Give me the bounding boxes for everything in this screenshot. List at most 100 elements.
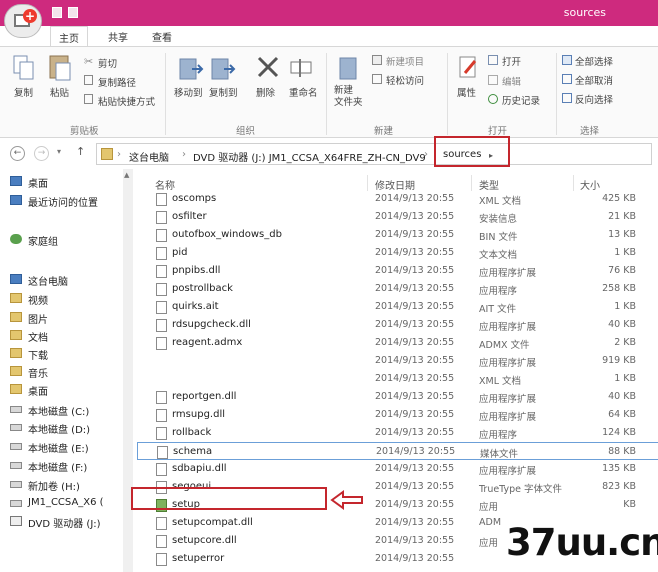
edit-button[interactable]: 编辑: [502, 74, 521, 88]
file-name: pid: [172, 247, 188, 258]
file-type: BIN 文件: [479, 232, 518, 243]
file-icon: [156, 427, 167, 440]
address-box[interactable]: › 这台电脑 › DVD 驱动器 (J:) JM1_CCSA_X64FRE_ZH…: [96, 143, 652, 165]
cut-icon[interactable]: ✂: [84, 55, 93, 68]
select-all-button[interactable]: 全部选择: [575, 54, 613, 68]
invert-selection-button[interactable]: 反向选择: [575, 92, 613, 106]
file-row[interactable]: reportgen.dll 2014/9/13 20:55 应用程序扩展 40 KB: [137, 388, 658, 406]
file-icon: [156, 553, 167, 566]
move-to-button[interactable]: 移动到: [174, 85, 203, 99]
nav-item[interactable]: 本地磁盘 (D:): [28, 421, 90, 436]
file-name: sdbapiu.dll: [172, 463, 227, 474]
new-item-button[interactable]: 新建项目: [386, 54, 424, 68]
nav-item[interactable]: DVD 驱动器 (J:): [28, 515, 101, 530]
properties-icon[interactable]: [458, 55, 480, 81]
paste-icon[interactable]: [48, 53, 72, 81]
paste-button[interactable]: 粘贴: [50, 85, 69, 99]
select-none-button[interactable]: 全部取消: [575, 73, 613, 87]
recent-locations-chevron-icon[interactable]: ▾: [57, 147, 61, 156]
file-date: 2014/9/13 20:55: [375, 193, 455, 204]
file-row[interactable]: rdsupgcheck.dll 2014/9/13 20:55 应用程序扩展 40 K…: [137, 316, 658, 334]
file-row[interactable]: reagent.admx 2014/9/13 20:55 ADMX 文件 2 KB: [137, 334, 658, 352]
copy-button[interactable]: 复制: [14, 85, 33, 99]
file-icon: [156, 211, 167, 224]
paste-shortcut-button[interactable]: 粘贴快捷方式: [98, 94, 155, 108]
edit-icon[interactable]: [488, 75, 498, 85]
file-row[interactable]: schema 2014/9/13 20:55 媒体文件 88 KB: [137, 442, 658, 460]
file-row[interactable]: quirks.ait 2014/9/13 20:55 AIT 文件 1 KB: [137, 298, 658, 316]
nav-item[interactable]: 桌面: [28, 175, 48, 190]
nav-item[interactable]: 桌面: [28, 383, 48, 398]
tab-share[interactable]: 共享: [108, 29, 128, 44]
copy-path-button[interactable]: 复制路径: [98, 75, 136, 89]
cut-button[interactable]: 剪切: [98, 56, 117, 70]
select-all-icon[interactable]: [562, 55, 572, 65]
nav-item[interactable]: JM1_CCSA_X6 (: [28, 497, 104, 508]
copy-to-button[interactable]: 复制到: [209, 85, 238, 99]
file-name: reportgen.dll: [172, 391, 237, 402]
file-row[interactable]: rmsupg.dll 2014/9/13 20:55 应用程序扩展 64 KB: [137, 406, 658, 424]
file-icon: [156, 337, 167, 350]
file-row[interactable]: oscomps 2014/9/13 20:55 XML 文档 425 KB: [137, 190, 658, 208]
nav-item[interactable]: 下载: [28, 347, 48, 362]
file-date: 2014/9/13 20:55: [376, 446, 456, 457]
nav-item[interactable]: 家庭组: [28, 233, 58, 248]
tab-home[interactable]: 主页: [50, 26, 88, 47]
file-row[interactable]: postrollback 2014/9/13 20:55 应用程序 258 KB: [137, 280, 658, 298]
select-none-icon[interactable]: [562, 74, 572, 84]
nav-item[interactable]: 本地磁盘 (F:): [28, 459, 87, 474]
invert-selection-icon[interactable]: [562, 93, 572, 103]
delete-icon[interactable]: [256, 55, 280, 79]
copy-path-icon[interactable]: [84, 75, 93, 85]
easy-access-icon[interactable]: [372, 74, 382, 84]
file-size: 2 KB: [614, 337, 636, 348]
file-row[interactable]: sdbapiu.dll 2014/9/13 20:55 应用程序扩展 135 KB: [137, 460, 658, 478]
breadcrumb-this-pc[interactable]: 这台电脑: [129, 149, 169, 164]
file-size: 21 KB: [608, 211, 636, 222]
new-item-icon[interactable]: [372, 55, 382, 65]
nav-item[interactable]: 本地磁盘 (C:): [28, 403, 89, 418]
properties-button[interactable]: 属性: [457, 85, 476, 99]
nav-item[interactable]: 这台电脑: [28, 273, 68, 288]
easy-access-button[interactable]: 轻松访问: [386, 73, 424, 87]
file-row[interactable]: 2014/9/13 20:55 应用程序扩展 919 KB: [137, 352, 658, 370]
forward-button[interactable]: →: [34, 146, 49, 161]
copy-icon[interactable]: [13, 55, 35, 81]
nav-scrollbar[interactable]: ▲: [123, 169, 133, 572]
file-size: 124 KB: [602, 427, 636, 438]
nav-item[interactable]: 本地磁盘 (E:): [28, 440, 89, 455]
file-row[interactable]: 2014/9/13 20:55 XML 文档 1 KB: [137, 370, 658, 388]
nav-item[interactable]: 文档: [28, 329, 48, 344]
history-button[interactable]: 历史记录: [502, 93, 540, 107]
nav-item[interactable]: 新加卷 (H:): [28, 478, 80, 493]
file-date: 2014/9/13 20:55: [375, 553, 455, 564]
new-folder-icon[interactable]: [338, 55, 362, 81]
nav-item[interactable]: 图片: [28, 311, 48, 326]
history-icon[interactable]: [488, 94, 498, 104]
nav-item[interactable]: 音乐: [28, 365, 48, 380]
file-row[interactable]: pid 2014/9/13 20:55 文本文档 1 KB: [137, 244, 658, 262]
back-button[interactable]: ←: [10, 146, 25, 161]
file-row[interactable]: rollback 2014/9/13 20:55 应用程序 124 KB: [137, 424, 658, 442]
open-button[interactable]: 打开: [502, 54, 521, 68]
rename-button[interactable]: 重命名: [289, 85, 318, 99]
delete-button[interactable]: 删除: [256, 85, 275, 99]
rename-icon[interactable]: [290, 59, 314, 77]
copy-to-icon[interactable]: [210, 55, 236, 81]
open-icon[interactable]: [488, 55, 498, 65]
tab-view[interactable]: 查看: [152, 29, 172, 44]
nav-item[interactable]: 最近访问的位置: [28, 194, 98, 209]
paste-shortcut-icon[interactable]: [84, 94, 93, 104]
quick-access-properties-icon[interactable]: [52, 7, 62, 18]
file-size: 13 KB: [608, 229, 636, 240]
file-size: 823 KB: [602, 481, 636, 492]
nav-item[interactable]: 视频: [28, 292, 48, 307]
move-to-icon[interactable]: [178, 55, 204, 81]
file-row[interactable]: pnpibs.dll 2014/9/13 20:55 应用程序扩展 76 KB: [137, 262, 658, 280]
quick-access-folder-icon[interactable]: [68, 7, 78, 18]
new-folder-button[interactable]: 新建 文件夹: [334, 85, 363, 109]
breadcrumb-dvd-drive[interactable]: DVD 驱动器 (J:) JM1_CCSA_X64FRE_ZH-CN_DV9: [193, 149, 426, 164]
up-arrow-icon[interactable]: ↑: [76, 145, 85, 158]
file-row[interactable]: osfilter 2014/9/13 20:55 安装信息 21 KB: [137, 208, 658, 226]
file-row[interactable]: outofbox_windows_db 2014/9/13 20:55 BIN 文件…: [137, 226, 658, 244]
